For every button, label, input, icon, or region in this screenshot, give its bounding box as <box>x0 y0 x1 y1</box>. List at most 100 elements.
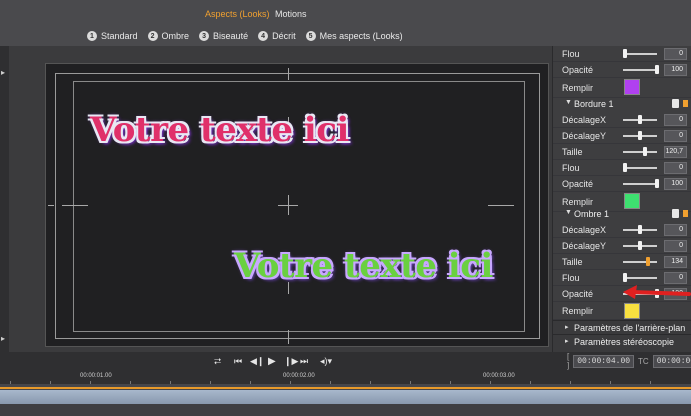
flou-value[interactable]: 0 <box>664 162 687 174</box>
add-layer-icon[interactable] <box>683 100 688 107</box>
taille-value[interactable]: 120,7 <box>664 146 687 158</box>
title-text-2[interactable]: Votre texte ici <box>234 246 493 286</box>
add-layer-icon[interactable] <box>683 210 688 217</box>
decalagey-row: DécalageY 0 <box>553 128 691 144</box>
background-settings-title: Paramètres de l'arrière-plan <box>574 323 686 333</box>
slider-thumb[interactable] <box>655 65 659 74</box>
preset-mes-aspects[interactable]: 5 Mes aspects (Looks) <box>305 31 403 41</box>
collapse-caret-icon[interactable]: ▼ <box>565 99 572 106</box>
flou-slider[interactable] <box>623 163 657 172</box>
ombre-section-header[interactable]: ▼ Ombre 1 <box>553 206 691 222</box>
step-back-icon[interactable]: ◀❙ <box>250 356 264 367</box>
preset-ombre[interactable]: 2 Ombre <box>147 31 189 41</box>
tab-looks[interactable]: Aspects (Looks) <box>205 9 270 19</box>
slider-thumb[interactable] <box>623 49 627 58</box>
step-forward-icon[interactable]: ❙▶ <box>284 356 298 367</box>
preset-label: Standard <box>101 31 138 41</box>
flou-row: Flou 0 <box>553 270 691 286</box>
go-to-start-icon[interactable]: ⏮ <box>234 356 242 367</box>
decalagey-slider[interactable] <box>623 241 657 250</box>
taille-row: Taille 120,7 <box>553 144 691 160</box>
center-cross-icon <box>288 195 289 215</box>
bordure-section-header[interactable]: ▼ Bordure 1 <box>553 96 691 112</box>
tc-label: TC <box>638 356 649 366</box>
preset-number-badge: 4 <box>258 31 269 41</box>
remplir-label: Remplir <box>562 82 594 93</box>
preset-number-badge: 3 <box>199 31 210 41</box>
taille-label: Taille <box>562 146 583 157</box>
preset-decrit[interactable]: 4 Décrit <box>258 31 296 41</box>
remplir-row: Remplir <box>553 302 691 320</box>
slider-thumb[interactable] <box>643 147 647 156</box>
fill-color-swatch[interactable] <box>624 79 640 95</box>
preview-canvas[interactable]: Votre texte ici Votre texte ici <box>45 63 549 347</box>
decalagex-slider[interactable] <box>623 225 657 234</box>
slider-thumb[interactable] <box>623 273 627 282</box>
decalagex-row: DécalageX 0 <box>553 222 691 238</box>
ombre-title: Ombre 1 <box>574 209 610 219</box>
decalagey-row: DécalageY 0 <box>553 238 691 254</box>
opacite-slider[interactable] <box>623 179 659 188</box>
opacite-value[interactable]: 100 <box>664 64 687 76</box>
decalagey-label: DécalageY <box>562 130 607 141</box>
slider-thumb[interactable] <box>638 115 642 124</box>
opacite-label: Opacité <box>562 288 594 299</box>
slider-thumb[interactable] <box>646 257 650 266</box>
preset-number-badge: 2 <box>147 31 158 41</box>
decalagex-value[interactable]: 0 <box>664 114 687 126</box>
flou-label: Flou <box>562 272 580 283</box>
preset-biseaute[interactable]: 3 Biseauté <box>199 31 248 41</box>
expand-caret-icon[interactable]: ▸ <box>565 337 569 345</box>
slider-thumb[interactable] <box>638 225 642 234</box>
expand-arrow-icon[interactable]: ▸ <box>1 68 5 77</box>
opacite-value[interactable]: 100 <box>664 178 687 190</box>
decalagex-slider[interactable] <box>623 115 657 124</box>
flou-slider[interactable] <box>623 49 657 58</box>
play-icon[interactable]: ▶ <box>268 356 276 367</box>
flou-value[interactable]: 0 <box>664 48 687 60</box>
expand-caret-icon[interactable]: ▸ <box>565 323 569 331</box>
opacite-row: Opacité 100 <box>553 62 691 78</box>
opacite-slider[interactable] <box>623 65 659 74</box>
collapse-caret-icon[interactable]: ▼ <box>565 209 572 216</box>
playhead-range-line <box>0 387 691 389</box>
crosshair-tick <box>288 68 289 80</box>
duration-field[interactable]: 00:00:04.00 <box>573 354 635 368</box>
remplir-label: Remplir <box>562 305 594 316</box>
timeline-ruler[interactable]: 00:00:01.00 00:00:02.00 00:00:03.00 <box>0 372 691 384</box>
flou-slider[interactable] <box>623 273 657 282</box>
decalagex-value[interactable]: 0 <box>664 224 687 236</box>
title-clip-track[interactable] <box>0 390 691 404</box>
taille-slider[interactable] <box>623 257 657 266</box>
decalagey-value[interactable]: 0 <box>664 130 687 142</box>
loop-icon[interactable]: ⮂ <box>214 356 221 367</box>
current-timecode-field[interactable]: 00:00:00.00 <box>652 354 691 368</box>
expand-arrow-icon[interactable]: ▸ <box>1 334 5 343</box>
slider-thumb[interactable] <box>655 179 659 188</box>
volume-icon[interactable]: ◂)▾ <box>320 356 332 367</box>
crosshair-tick <box>288 330 289 344</box>
background-settings-header[interactable]: ▸ Paramètres de l'arrière-plan <box>553 320 691 334</box>
trash-icon[interactable] <box>672 99 679 108</box>
title-text-1[interactable]: Votre texte ici <box>90 110 349 150</box>
go-to-end-icon[interactable]: ⏭ <box>300 356 308 367</box>
decalagey-slider[interactable] <box>623 131 657 140</box>
trash-icon[interactable] <box>672 209 679 218</box>
tab-motions[interactable]: Motions <box>275 9 307 19</box>
opacite-label: Opacité <box>562 178 594 189</box>
stereo-settings-header[interactable]: ▸ Paramètres stéréoscopie <box>553 334 691 352</box>
preset-standard[interactable]: 1 Standard <box>87 31 138 41</box>
taille-slider[interactable] <box>623 147 657 156</box>
shadow-color-swatch[interactable] <box>624 303 640 319</box>
flou-value[interactable]: 0 <box>664 272 687 284</box>
timeline-track-area[interactable] <box>0 384 691 416</box>
ruler-label: 00:00:02.00 <box>283 373 315 379</box>
decalagey-value[interactable]: 0 <box>664 240 687 252</box>
taille-value[interactable]: 134 <box>664 256 687 268</box>
slider-thumb[interactable] <box>638 241 642 250</box>
slider-thumb[interactable] <box>638 131 642 140</box>
slider-thumb[interactable] <box>623 163 627 172</box>
crosshair-tick <box>488 205 514 206</box>
flou-label: Flou <box>562 48 580 59</box>
taille-row: Taille 134 <box>553 254 691 270</box>
